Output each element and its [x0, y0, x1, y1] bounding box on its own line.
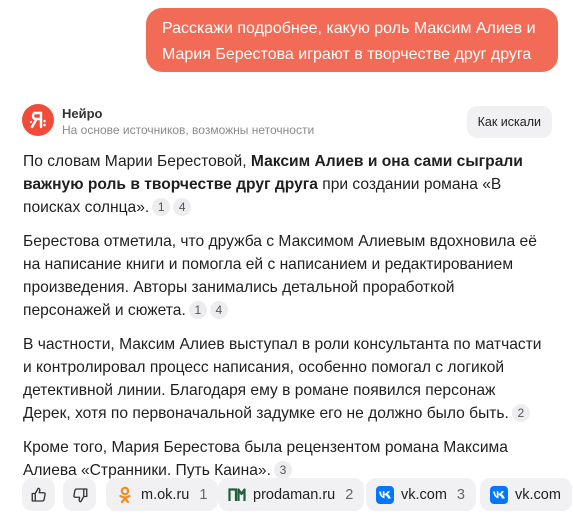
answer-bold-text: Максим Алиев и она сами сыграли — [250, 153, 523, 170]
answer-text: при создании романа «В — [317, 176, 502, 193]
answer-body: По словам Марии Берестовой, Максим Алиев… — [23, 150, 563, 493]
source-name: vk.com — [515, 486, 561, 503]
answer-text: Дерек, хотя по первоначальной задумке ег… — [23, 405, 509, 422]
answer-text: произведения. Авторы занимались детально… — [23, 279, 455, 296]
source-count: 1 — [199, 486, 208, 503]
citation-badge[interactable]: 2 — [511, 404, 530, 422]
answer-text: Алиева «Странники. Путь Каина». — [23, 462, 271, 479]
citation-badge[interactable]: 4 — [209, 301, 228, 319]
answer-paragraph: В частности, Максим Алиев выступал в рол… — [23, 333, 563, 425]
user-message-line: Расскажи подробнее, какую роль Максим Ал… — [162, 20, 536, 37]
answer-text: на написание книги и помогла ей с написа… — [23, 256, 514, 273]
user-message-line: Мария Берестова играют в творчестве друг… — [162, 46, 532, 63]
vk-icon — [490, 485, 508, 504]
answer-text: и контролировал процесс написания, особе… — [23, 359, 505, 376]
answer-text: персонажей и сюжета. — [23, 302, 186, 319]
source-chip-vk[interactable]: vk.com 3 — [366, 478, 476, 511]
source-count: 2 — [345, 486, 354, 503]
assistant-name: Нейро — [62, 106, 103, 121]
source-count: 3 — [456, 486, 465, 503]
user-message-bubble: Расскажи подробнее, какую роль Максим Ал… — [146, 8, 558, 72]
source-chip-prodaman[interactable]: prodaman.ru 2 — [218, 478, 365, 511]
neuro-logo-icon — [22, 104, 54, 136]
vk-icon — [376, 485, 394, 504]
citation-badge[interactable]: 1 — [152, 198, 171, 216]
source-name: prodaman.ru — [253, 486, 336, 503]
thumbs-up-icon — [31, 487, 46, 502]
assistant-disclaimer: На основе источников, возможны неточност… — [62, 123, 315, 137]
prodaman-icon — [228, 486, 246, 504]
thumbs-down-icon — [72, 487, 87, 502]
answer-text: Кроме того, Мария Берестова была рецензе… — [23, 439, 508, 456]
answer-toolbar: m.ok.ru 1 prodaman.ru 2 vk.com 3 vk.com — [22, 478, 573, 512]
answer-paragraph: По словам Марии Берестовой, Максим Алиев… — [23, 150, 563, 219]
answer-paragraph: Берестова отметила, что дружба с Максимо… — [23, 230, 563, 322]
answer-text: поисках солнца». — [23, 199, 150, 216]
assistant-header: Нейро На основе источников, возможны нет… — [22, 104, 562, 140]
answer-bold-text: важную роль в творчестве друг друга — [23, 176, 318, 193]
answer-text: По словам Марии Берестовой, — [23, 153, 251, 170]
answer-text: В частности, Максим Алиев выступал в рол… — [23, 336, 542, 353]
citation-badge[interactable]: 3 — [273, 461, 292, 479]
ok-icon — [116, 486, 134, 504]
source-chip-ok[interactable]: m.ok.ru 1 — [106, 478, 219, 511]
source-name: vk.com — [401, 486, 447, 503]
source-chip-vk[interactable]: vk.com — [480, 478, 572, 511]
answer-paragraph: Кроме того, Мария Берестова была рецензе… — [23, 436, 563, 482]
how-searched-button[interactable]: Как искали — [466, 106, 552, 138]
like-button[interactable] — [22, 478, 55, 511]
citation-badge[interactable]: 4 — [173, 198, 192, 216]
answer-text: детективной линии. Благодаря ему в роман… — [23, 382, 496, 399]
citation-badge[interactable]: 1 — [188, 301, 207, 319]
source-name: m.ok.ru — [141, 486, 190, 503]
answer-text: Берестова отметила, что дружба с Максимо… — [23, 233, 537, 250]
dislike-button[interactable] — [63, 478, 96, 511]
